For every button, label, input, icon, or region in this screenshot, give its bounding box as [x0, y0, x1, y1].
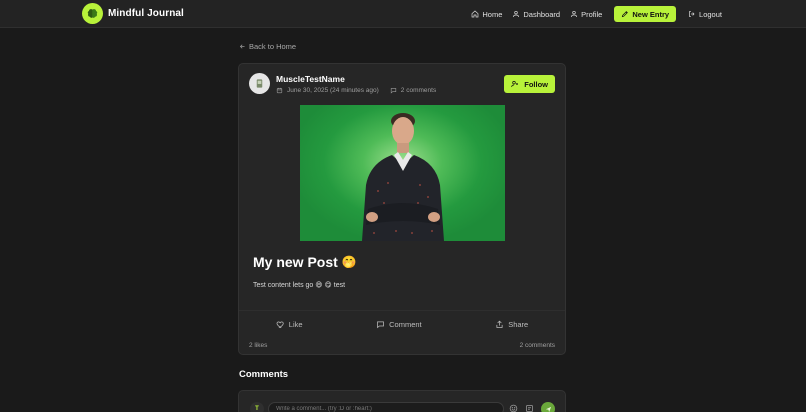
- nav-dashboard-label: Dashboard: [523, 9, 561, 19]
- comments-heading: Comments: [239, 369, 289, 380]
- comments-count[interactable]: 2 comments: [520, 342, 555, 349]
- comment-label: Comment: [389, 319, 422, 329]
- post-title-text: My new Post: [253, 254, 338, 270]
- comment-bubble-icon: [390, 87, 396, 93]
- nav-home-link[interactable]: Home: [471, 6, 502, 22]
- user-icon: [513, 11, 520, 18]
- like-label: Like: [288, 319, 303, 329]
- post-content: Test content lets go 😄 😋 test: [253, 282, 346, 289]
- post-image[interactable]: [300, 105, 505, 241]
- post-comments-meta: 2 comments: [400, 86, 437, 94]
- logout-icon: [689, 11, 695, 17]
- comment-input[interactable]: [268, 402, 504, 412]
- post-title-emoji: 🤭: [341, 255, 357, 269]
- pencil-icon: [622, 11, 629, 18]
- heart-icon: [276, 320, 284, 328]
- nav-profile-label: Profile: [581, 9, 603, 19]
- post-header: MuscleTestName June 30, 2025 (24 minutes…: [249, 73, 436, 94]
- follow-label: Follow: [524, 79, 548, 89]
- share-button[interactable]: Share: [495, 320, 528, 329]
- person-photo: [362, 113, 444, 241]
- brand-name: Mindful Journal: [108, 8, 184, 19]
- share-label: Share: [508, 319, 529, 329]
- brand-link[interactable]: Mindful Journal: [82, 3, 184, 24]
- post-title: My new Post 🤭: [253, 254, 357, 270]
- logout-link[interactable]: Logout: [688, 6, 722, 22]
- user-icon: [571, 11, 578, 18]
- calendar-icon: [276, 87, 283, 93]
- follow-button[interactable]: Follow: [504, 75, 555, 93]
- home-icon: [472, 10, 479, 18]
- author-avatar[interactable]: [249, 73, 270, 94]
- comment-button[interactable]: Comment: [376, 320, 422, 329]
- card-divider: [239, 310, 565, 311]
- new-entry-button[interactable]: New Entry: [614, 6, 677, 22]
- user-plus-icon: [511, 80, 519, 88]
- post-card: MuscleTestName June 30, 2025 (24 minutes…: [238, 63, 566, 355]
- post-actions: Like Comment Share: [239, 316, 565, 332]
- share-icon: [496, 320, 503, 328]
- brain-logo-icon: [82, 3, 103, 24]
- send-comment-button[interactable]: [541, 402, 555, 412]
- post-date: June 30, 2025 (24 minutes ago): [287, 86, 379, 94]
- logout-label: Logout: [699, 9, 722, 19]
- likes-count: 2 likes: [249, 342, 268, 349]
- comment-bubble-icon: [377, 321, 384, 328]
- commenter-avatar: T: [250, 402, 264, 412]
- post-meta: June 30, 2025 (24 minutes ago) 2 comment…: [276, 87, 436, 94]
- back-to-home-link[interactable]: Back to Home: [239, 42, 296, 51]
- top-navbar: Mindful Journal Home Dashboard Profile N…: [0, 0, 806, 28]
- author-name[interactable]: MuscleTestName: [276, 74, 436, 84]
- nav-home-label: Home: [482, 9, 503, 19]
- new-entry-label: New Entry: [632, 9, 670, 19]
- back-to-home-label: Back to Home: [249, 42, 297, 51]
- avatar-image-icon: [256, 79, 263, 88]
- comment-composer: T: [238, 390, 566, 412]
- gif-icon[interactable]: [525, 404, 534, 412]
- nav-dashboard-link[interactable]: Dashboard: [512, 6, 560, 22]
- arrow-left-icon: [240, 44, 245, 49]
- nav-profile-link[interactable]: Profile: [570, 6, 602, 22]
- like-button[interactable]: Like: [276, 320, 303, 329]
- emoji-icon[interactable]: [509, 404, 518, 412]
- send-icon: [545, 406, 551, 412]
